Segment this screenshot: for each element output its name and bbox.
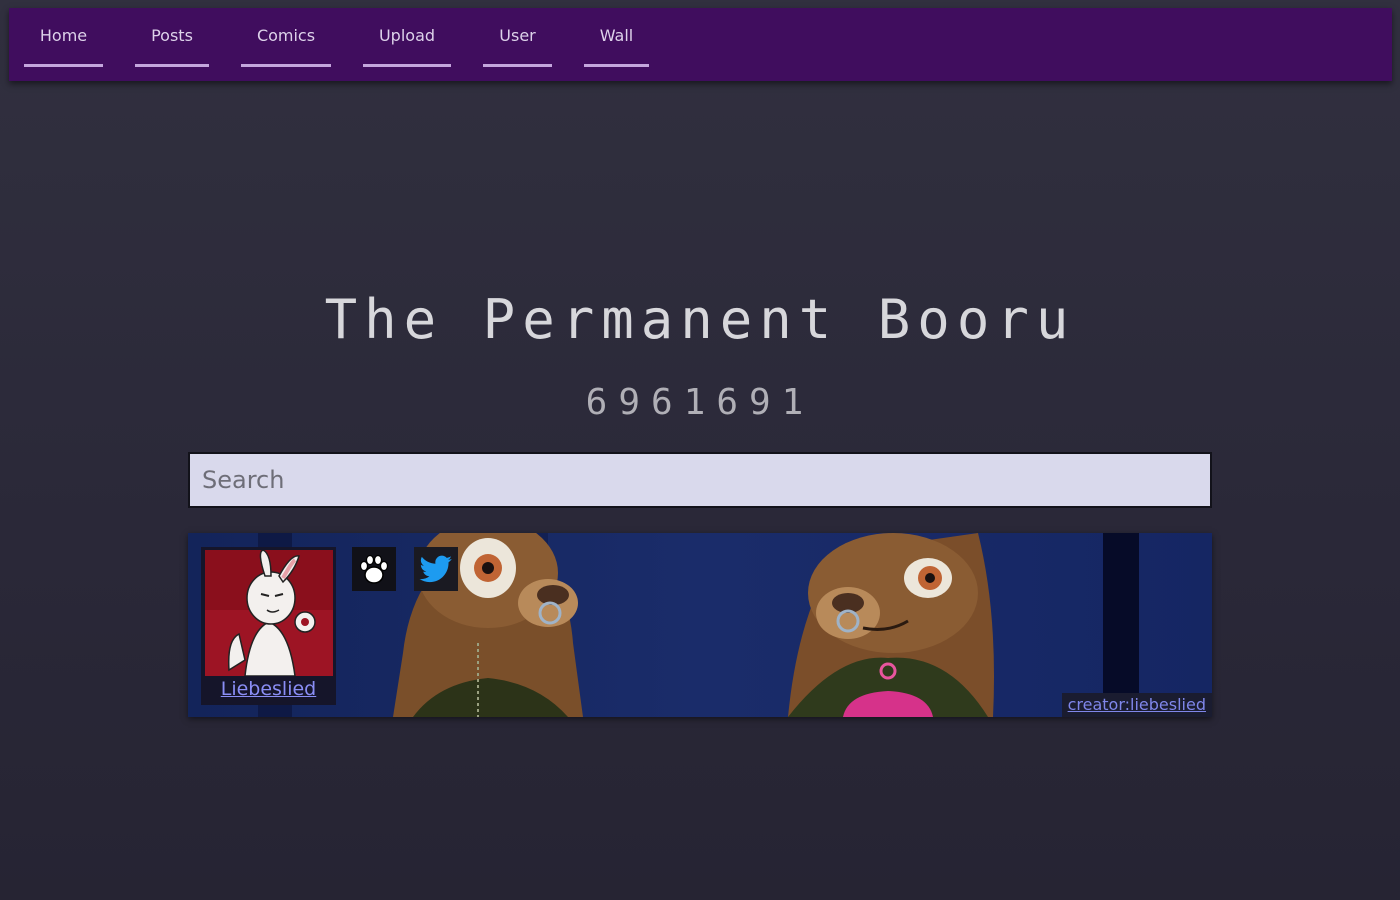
- site-title: The Permanent Booru: [324, 288, 1076, 351]
- twitter-icon: [419, 555, 452, 583]
- artist-card[interactable]: Liebeslied: [201, 547, 336, 705]
- nav-upload[interactable]: Upload: [363, 8, 451, 67]
- furaffinity-link[interactable]: [352, 547, 396, 591]
- nav-user[interactable]: User: [483, 8, 552, 67]
- nav-posts[interactable]: Posts: [135, 8, 209, 67]
- nav-comics[interactable]: Comics: [241, 8, 331, 67]
- artist-name-link[interactable]: Liebeslied: [201, 678, 336, 700]
- paw-icon: [359, 554, 389, 584]
- artist-avatar[interactable]: [205, 550, 333, 676]
- artist-banner: Liebeslied creator:liebeslied: [188, 533, 1212, 717]
- post-counter: 6961691: [585, 382, 815, 423]
- twitter-link[interactable]: [414, 547, 458, 591]
- creator-tag-link[interactable]: creator:liebeslied: [1061, 693, 1212, 717]
- search-input[interactable]: [188, 452, 1212, 508]
- nav-wall[interactable]: Wall: [584, 8, 649, 67]
- top-navbar: Home Posts Comics Upload User Wall: [9, 8, 1392, 81]
- banner-artwork: [188, 533, 1212, 717]
- nav-home[interactable]: Home: [24, 8, 103, 67]
